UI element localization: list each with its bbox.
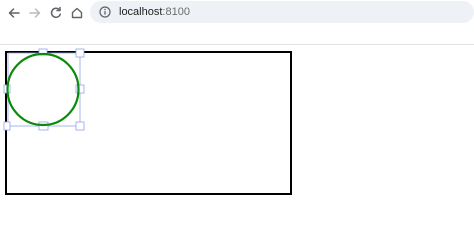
address-bar[interactable]: localhost:8100 [90,1,474,23]
home-button[interactable] [67,3,87,23]
back-arrow-icon [8,8,20,18]
toolbar-divider [0,44,474,45]
resize-handle-bottom-right[interactable] [75,121,85,131]
url-host: localhost [119,6,163,18]
resize-handle-bottom-left[interactable] [3,121,11,131]
back-button[interactable] [4,3,24,23]
circle-shape[interactable] [6,52,80,127]
info-icon[interactable] [96,3,114,21]
home-icon [71,7,83,19]
reload-button[interactable] [46,3,66,23]
reload-icon [50,6,62,18]
url-text: localhost:8100 [119,6,190,18]
resize-handle-top-right[interactable] [75,48,85,58]
url-port: :8100 [162,6,190,18]
forward-arrow-icon [29,8,41,18]
browser-toolbar: localhost:8100 [0,0,474,26]
forward-button[interactable] [25,3,45,23]
